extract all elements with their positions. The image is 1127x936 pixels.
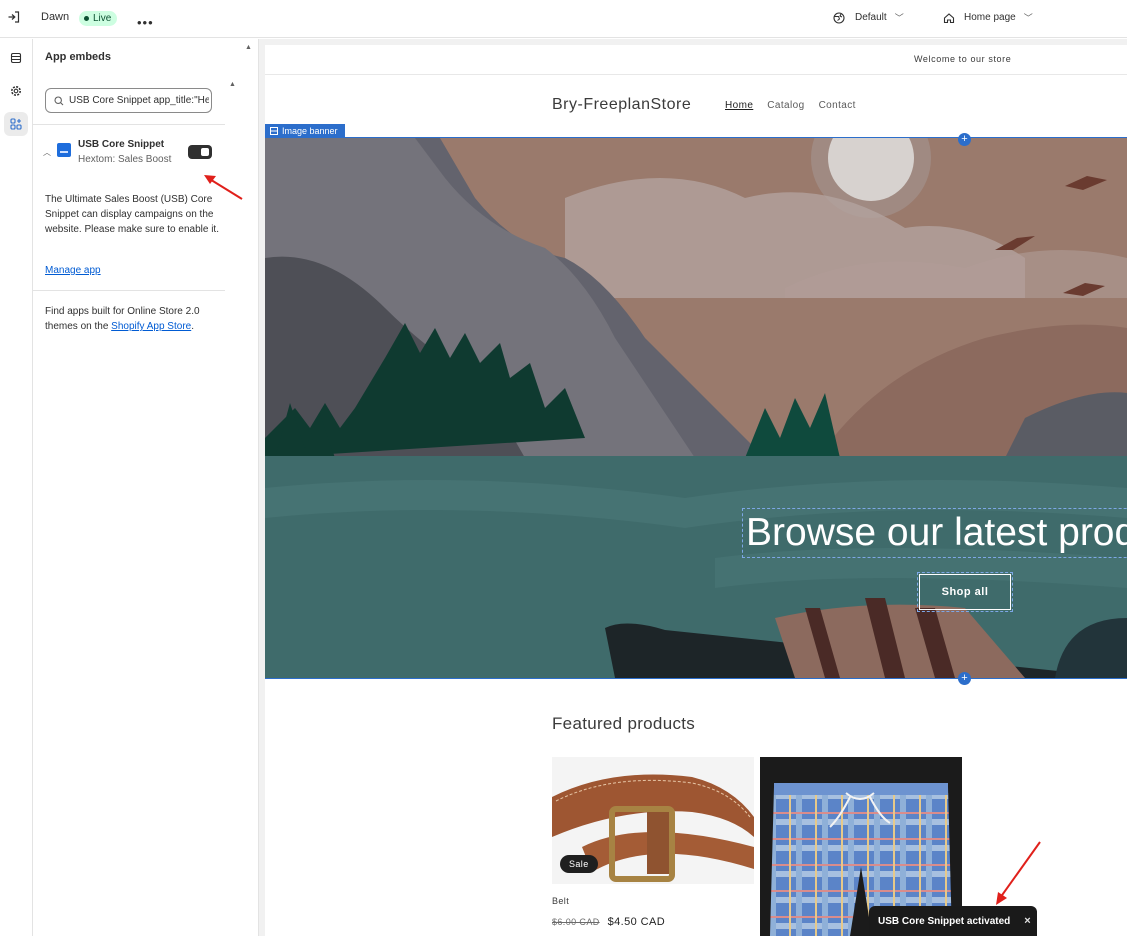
banner-heading[interactable]: Browse our latest products [742,508,1127,558]
section-icon [270,127,278,135]
store-nav: Home Catalog Contact [725,100,856,111]
product-sale-price: $4.50 CAD [607,916,666,928]
announcement-bar: Welcome to our store [265,45,1127,75]
chevron-down-icon: ﹀ [894,13,904,23]
panel-title: App embeds [45,51,112,63]
globe-icon [833,11,845,24]
product-card-belt[interactable]: Sale Belt $6.00 CAD $4.50 CAD [552,757,754,928]
theme-name: Dawn [41,11,70,23]
embed-description: The Ultimate Sales Boost (USB) Core Snip… [45,194,219,235]
top-bar: Dawn Live ••• Default ﹀ Home page ﹀ [0,0,1127,38]
product-price: $6.00 CAD $4.50 CAD [552,916,665,928]
manage-app-link[interactable]: Manage app [45,265,101,276]
product-image[interactable]: Sale [552,757,754,884]
embed-subtitle: Hextom: Sales Boost [78,154,172,165]
search-field[interactable] [45,88,212,113]
sections-icon[interactable] [4,46,28,70]
shop-all-button[interactable]: Shop all [917,572,1013,612]
page-selector[interactable]: Home page ﹀ [943,11,1033,24]
nav-contact[interactable]: Contact [819,100,856,111]
divider [33,290,225,291]
section-tag[interactable]: Image banner [265,124,345,138]
scroll-up-icon[interactable]: ▲ [245,44,252,51]
divider [33,124,225,125]
toast-notification: USB Core Snippet activated × [869,906,1037,936]
live-badge: Live [79,11,118,26]
chevron-up-icon[interactable]: ︿ [43,147,51,158]
nav-catalog[interactable]: Catalog [767,100,804,111]
product-old-price: $6.00 CAD [552,917,600,927]
embed-item-usb-core-snippet[interactable]: ︿ USB Core Snippet Hextom: Sales Boost [41,138,221,168]
scroll-up-icon[interactable]: ▲ [229,81,236,88]
default-label: Default [855,12,887,23]
section-tag-label: Image banner [282,126,338,136]
find-apps-text: Find apps built for Online Store 2.0 the… [45,304,220,334]
product-name[interactable]: Belt [552,896,569,906]
store-preview: Welcome to our store Bry-FreeplanStore H… [265,45,1127,936]
gear-icon[interactable] [4,79,28,103]
find-apps-suffix: . [191,321,194,332]
exit-icon[interactable] [7,10,23,26]
announcement-text: Welcome to our store [914,54,1012,64]
search-icon [54,95,64,105]
image-banner[interactable]: Browse our latest products Shop all [265,137,1127,679]
store-name[interactable]: Bry-FreeplanStore [552,96,691,114]
left-rail [0,39,33,936]
close-icon[interactable]: × [1024,915,1030,927]
page-label: Home page [964,12,1016,23]
app-embeds-panel: App embeds ▲ ▲ ︿ USB Core Snippet Hextom… [33,39,258,936]
theme-settings-selector[interactable]: Default ﹀ [833,11,904,24]
toast-message: USB Core Snippet activated [878,915,1011,927]
sale-badge: Sale [560,855,598,873]
toggle-knob [201,148,209,156]
search-input[interactable] [69,95,209,106]
chevron-down-icon: ﹀ [1023,13,1033,23]
app-store-link[interactable]: Shopify App Store [111,321,191,332]
app-logo-icon [57,143,71,157]
embed-toggle[interactable] [188,145,212,159]
live-label: Live [93,13,112,24]
app-embeds-icon[interactable] [4,112,28,136]
add-section-icon[interactable]: + [958,133,971,146]
sidebar-scrollbar[interactable] [258,39,265,936]
embed-name: USB Core Snippet [78,139,165,150]
more-actions-icon[interactable]: ••• [137,15,154,30]
featured-products-title: Featured products [552,714,696,733]
nav-home[interactable]: Home [725,100,753,111]
live-dot-icon [84,16,89,21]
home-icon [943,12,955,23]
add-section-icon[interactable]: + [958,672,971,685]
